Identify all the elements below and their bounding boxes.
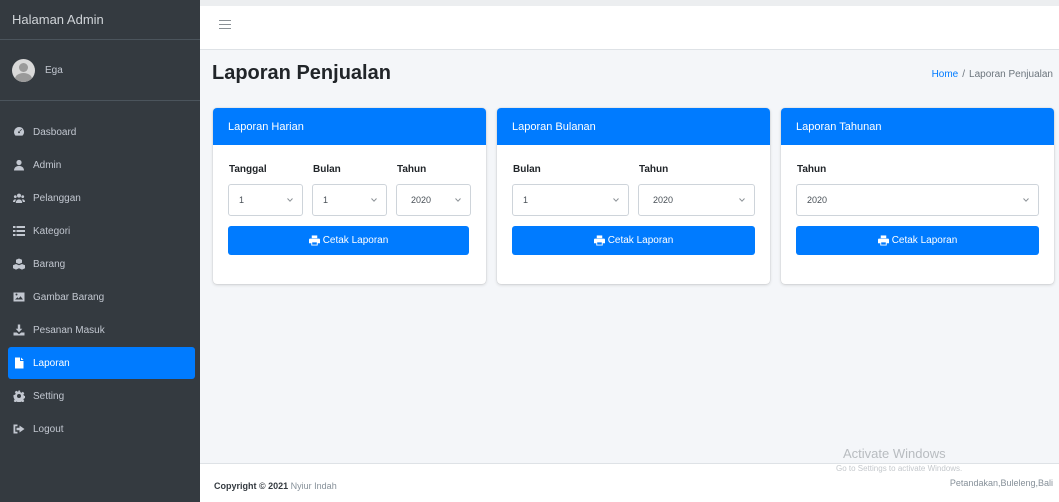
tahun-select[interactable]: 2020: [638, 184, 755, 216]
sidebar-item-pesanan-masuk[interactable]: Pesanan Masuk: [8, 314, 195, 346]
activate-windows-title: Activate Windows: [843, 446, 946, 461]
users-icon: [12, 192, 26, 204]
card-title: Laporan Harian: [213, 108, 486, 145]
card-laporan-bulanan: Laporan Bulanan Bulan Tahun 1 2020 Cetak…: [497, 108, 770, 284]
tahun-label: Tahun: [397, 164, 427, 175]
sidebar-item-pelanggan[interactable]: Pelanggan: [8, 182, 195, 214]
breadcrumb-current: Laporan Penjualan: [969, 69, 1053, 80]
breadcrumb-separator: /: [962, 69, 966, 80]
sidebar-item-label: Admin: [33, 159, 62, 171]
file-icon: [12, 357, 26, 369]
bulan-select[interactable]: 1: [312, 184, 387, 216]
cetak-laporan-bulanan-button[interactable]: Cetak Laporan: [512, 226, 755, 255]
bulan-select[interactable]: 1: [512, 184, 629, 216]
select-value: 2020: [653, 195, 674, 205]
print-icon: [308, 235, 320, 246]
download-icon: [12, 324, 26, 336]
select-value: 1: [523, 195, 529, 205]
button-label: Cetak Laporan: [322, 235, 389, 246]
menu-toggle-icon[interactable]: [219, 20, 231, 32]
top-navbar: [200, 0, 1059, 50]
sidebar: Halaman Admin Ega Dasboard Admin Pelangg…: [0, 0, 200, 502]
card-laporan-tahunan: Laporan Tahunan Tahun 2020 Cetak Laporan: [781, 108, 1054, 284]
copyright-prefix: Copyright © 2021: [214, 481, 289, 491]
card-title: Laporan Tahunan: [781, 108, 1054, 145]
bulan-label: Bulan: [313, 164, 341, 175]
sidebar-item-label: Logout: [33, 423, 64, 435]
sidebar-item-admin[interactable]: Admin: [8, 149, 195, 181]
sidebar-item-label: Setting: [33, 390, 65, 402]
sidebar-item-label: Pesanan Masuk: [33, 324, 105, 336]
tahun-label: Tahun: [639, 164, 669, 175]
brand-link[interactable]: Halaman Admin: [0, 0, 200, 40]
button-label: Cetak Laporan: [607, 235, 674, 246]
sidebar-item-barang[interactable]: Barang: [8, 248, 195, 280]
chevron-down-icon: [739, 197, 745, 203]
user-panel[interactable]: Ega: [0, 40, 200, 101]
chevron-down-icon: [1023, 197, 1029, 203]
breadcrumb: Home / Laporan Penjualan: [932, 69, 1053, 80]
select-value: 1: [239, 195, 245, 205]
chevron-down-icon: [455, 197, 461, 203]
sidebar-item-kategori[interactable]: Kategori: [8, 215, 195, 247]
tanggal-select[interactable]: 1: [228, 184, 303, 216]
sidebar-item-label: Kategori: [33, 225, 71, 237]
print-icon: [593, 235, 605, 246]
tahun-select[interactable]: 2020: [796, 184, 1039, 216]
sidebar-item-label: Pelanggan: [33, 192, 81, 204]
gear-icon: [12, 390, 26, 402]
list-icon: [12, 225, 26, 237]
chevron-down-icon: [613, 197, 619, 203]
page-title: Laporan Penjualan: [212, 62, 391, 84]
footer-address: Petandakan,Buleleng,Bali: [949, 478, 1053, 488]
cetak-laporan-harian-button[interactable]: Cetak Laporan: [228, 226, 469, 255]
sidebar-item-label: Dasboard: [33, 126, 77, 138]
copyright: Copyright © 2021 Nyiur Indah: [214, 481, 337, 491]
print-icon: [877, 235, 889, 246]
cetak-laporan-tahunan-button[interactable]: Cetak Laporan: [796, 226, 1039, 255]
copyright-name: Nyiur Indah: [290, 481, 337, 491]
image-icon: [12, 291, 26, 303]
breadcrumb-home-link[interactable]: Home: [932, 69, 959, 80]
tahun-select[interactable]: 2020: [396, 184, 471, 216]
card-laporan-harian: Laporan Harian Tanggal Bulan Tahun 1 1 2…: [213, 108, 486, 284]
select-value: 1: [323, 195, 329, 205]
card-title: Laporan Bulanan: [497, 108, 770, 145]
cubes-icon: [12, 258, 26, 270]
brand-text: Halaman Admin: [12, 12, 104, 27]
tanggal-label: Tanggal: [229, 164, 267, 175]
user-name[interactable]: Ega: [45, 65, 63, 76]
sidebar-item-laporan[interactable]: Laporan: [8, 347, 195, 379]
sidebar-item-label: Gambar Barang: [33, 291, 105, 303]
sidebar-item-label: Laporan: [33, 357, 70, 369]
select-value: 2020: [807, 195, 828, 205]
chevron-down-icon: [287, 197, 293, 203]
sidebar-menu: Dasboard Admin Pelanggan Kategori Barang…: [0, 101, 200, 445]
chevron-down-icon: [371, 197, 377, 203]
bulan-label: Bulan: [513, 164, 541, 175]
tahun-label: Tahun: [797, 164, 827, 175]
sidebar-item-gambar-barang[interactable]: Gambar Barang: [8, 281, 195, 313]
activate-windows-subtitle: Go to Settings to activate Windows.: [836, 464, 963, 473]
sidebar-item-logout[interactable]: Logout: [8, 413, 195, 445]
select-value: 2020: [411, 195, 432, 205]
sidebar-item-dasboard[interactable]: Dasboard: [8, 116, 195, 148]
sign-out-icon: [12, 423, 26, 435]
avatar: [12, 58, 35, 82]
user-icon: [12, 159, 26, 171]
sidebar-item-label: Barang: [33, 258, 66, 270]
button-label: Cetak Laporan: [891, 235, 958, 246]
dashboard-icon: [12, 126, 26, 138]
sidebar-item-setting[interactable]: Setting: [8, 380, 195, 412]
